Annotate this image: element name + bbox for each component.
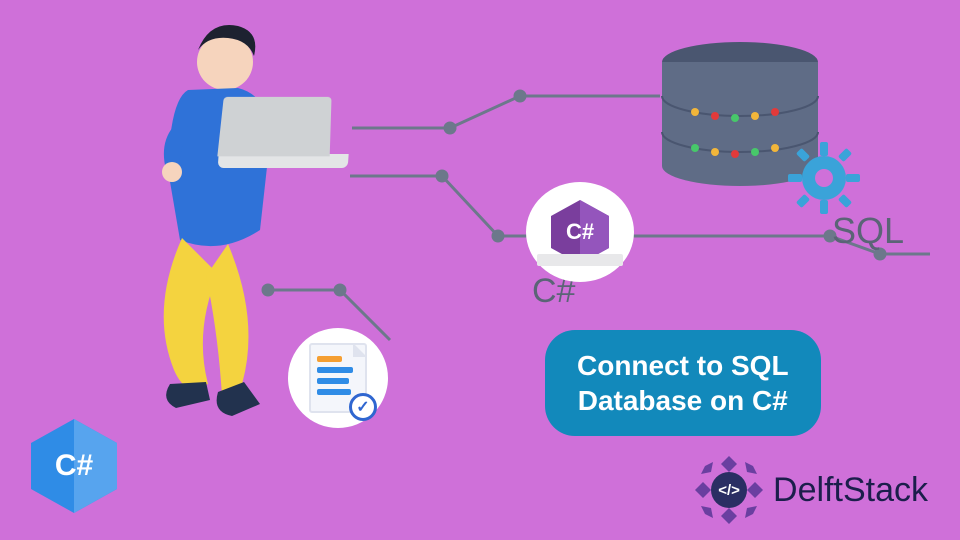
csharp-label: C#: [532, 272, 575, 311]
csharp-hex-icon: C#: [530, 186, 630, 278]
sql-label: SQL: [832, 210, 904, 252]
brand-mark-icon: </>: [693, 454, 765, 526]
cta-line2: Database on C#: [577, 383, 789, 418]
cta-pill: Connect to SQL Database on C#: [545, 330, 821, 436]
cta-line1: Connect to SQL: [577, 348, 789, 383]
csharp-hex-label: C#: [566, 219, 594, 245]
checkmark-icon: ✓: [349, 393, 377, 421]
csharp-logo-large-label: C#: [28, 416, 120, 516]
gear-icon: [788, 142, 860, 214]
csharp-logo-large: C#: [28, 416, 120, 516]
brand-mark-glyph: </>: [718, 482, 740, 499]
document-icon: ✓: [288, 328, 388, 428]
brand-name: DelftStack: [773, 471, 928, 510]
brand-logo: </> DelftStack: [693, 454, 928, 526]
